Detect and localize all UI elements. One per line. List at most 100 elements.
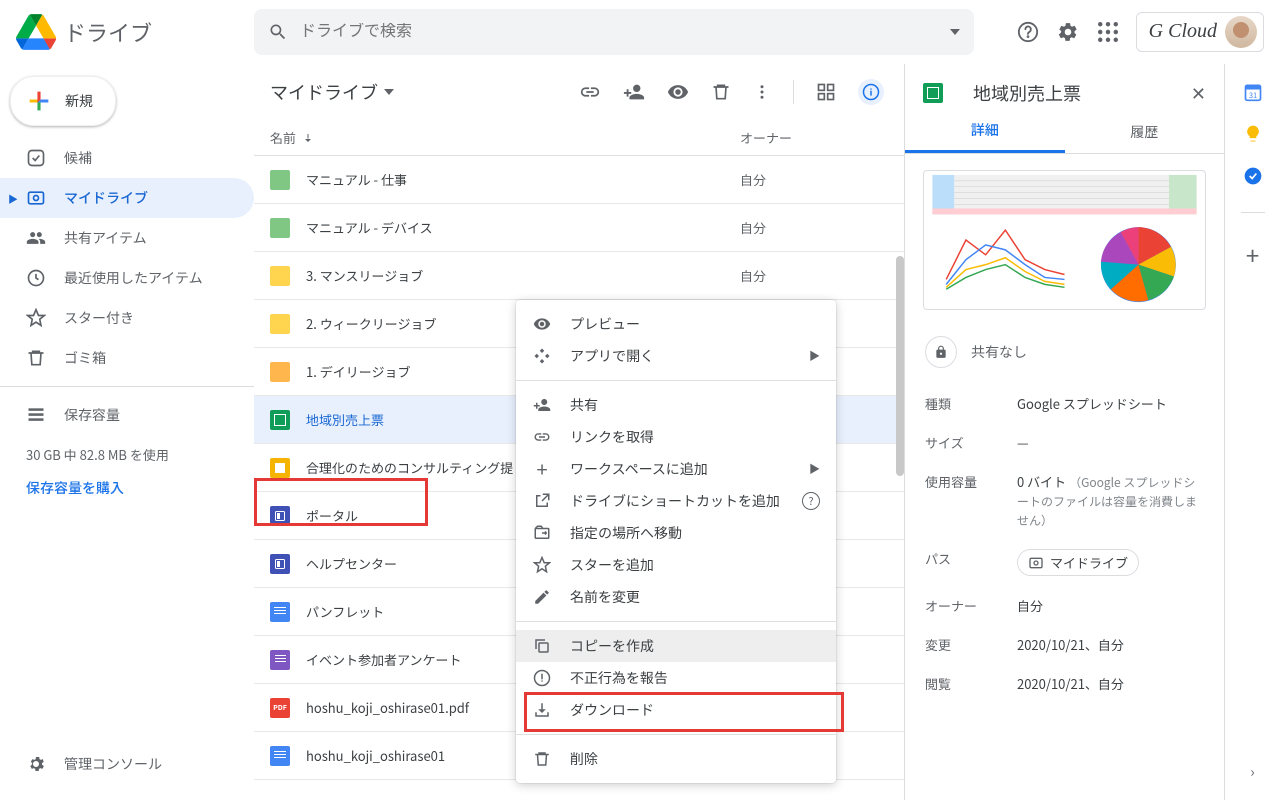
star-icon [26,308,46,328]
storage-usage-text: 30 GB 中 82.8 MB を使用 [0,445,254,464]
report-icon [532,669,552,687]
chevron-right-icon: ▶ [809,461,820,477]
file-name: マニュアル - 仕事 [306,170,740,189]
ctx-trash[interactable]: 削除 [516,743,836,775]
trash-icon [26,348,46,368]
search-dropdown-icon[interactable] [950,29,960,35]
drive-icon [26,188,46,208]
file-actions [579,79,884,105]
drive-small-icon [1028,555,1044,571]
help-icon[interactable] [1016,20,1040,44]
help-icon[interactable]: ? [802,492,820,510]
chevron-down-icon [384,89,394,95]
scrollbar-thumb[interactable] [896,256,904,476]
keep-icon[interactable] [1243,124,1263,144]
get-link-icon[interactable] [579,81,601,103]
sheets-icon [270,410,290,430]
trash-icon [532,750,552,768]
check-icon [26,148,46,168]
plus-icon: + [532,459,552,479]
toolbar: マイドライブ [254,64,904,120]
sidebar-trash[interactable]: ゴミ箱 [0,338,254,378]
people-icon [26,228,46,248]
sharing-status[interactable]: 共有なし [905,326,1224,378]
tasks-icon[interactable] [1243,166,1263,186]
grid-view-icon[interactable] [816,82,836,102]
new-button[interactable]: 新規 [10,76,116,126]
info-icon[interactable] [858,79,884,105]
ctx-apps[interactable]: アプリで開く▶ [516,340,836,372]
column-headers: 名前 オーナー [254,120,904,156]
share-icon[interactable] [623,81,645,103]
sidebar-mydrive[interactable]: ▶マイドライブ [0,178,254,218]
path-chip[interactable]: マイドライブ [1017,549,1139,576]
file-name: 3. マンスリージョブ [306,266,740,285]
gear-icon [26,754,46,774]
breadcrumb[interactable]: マイドライブ [270,79,394,105]
sidebar-priority[interactable]: 候補 [0,138,254,178]
file-row[interactable]: マニュアル - デバイス自分 [254,204,904,252]
ctx-move[interactable]: 指定の場所へ移動 [516,517,836,549]
sidebar-starred[interactable]: スター付き [0,298,254,338]
tab-details[interactable]: 詳細 [905,110,1065,153]
ctx-person-add[interactable]: 共有 [516,389,836,421]
drive-logo-icon [16,12,56,52]
sidebar-recent[interactable]: 最近使用したアイテム [0,258,254,298]
details-tabs: 詳細 履歴 [905,110,1224,154]
ctx-shortcut[interactable]: ドライブにショートカットを追加? [516,485,836,517]
ctx-star[interactable]: スターを追加 [516,549,836,581]
delete-icon[interactable] [711,82,731,102]
form-icon [270,650,290,670]
calendar-icon[interactable]: 31 [1243,82,1263,102]
pdf-icon: PDF [270,698,290,718]
col-owner-header[interactable]: オーナー [740,128,870,147]
chevron-right-icon: ▶ [8,191,18,206]
logo-area[interactable]: ドライブ [16,12,254,52]
app-header: ドライブ G Cloud [0,0,1280,64]
admin-console-link[interactable]: 管理コンソール [0,744,162,784]
search-input[interactable] [300,23,950,41]
more-icon[interactable] [753,83,771,101]
shortcut-icon [532,492,552,510]
ctx-plus[interactable]: +ワークスペースに追加▶ [516,453,836,485]
tab-history[interactable]: 履歴 [1065,110,1225,153]
file-row[interactable]: マニュアル - 仕事自分 [254,156,904,204]
copy-icon [532,637,552,655]
slides-icon [270,458,290,478]
file-preview[interactable] [923,170,1206,310]
avatar[interactable] [1225,16,1257,48]
clock-icon [26,268,46,288]
star-icon [532,556,552,574]
ctx-report[interactable]: 不正行為を報告 [516,662,836,694]
buy-storage-link[interactable]: 保存容量を購入 [0,478,254,498]
sort-down-icon [302,132,314,144]
chevron-right-icon: ▶ [809,348,820,364]
sites-icon [270,506,290,526]
preview-icon[interactable] [667,81,689,103]
col-name-header[interactable]: 名前 [270,128,740,147]
ctx-eye[interactable]: プレビュー [516,308,836,340]
account-switcher[interactable]: G Cloud [1136,12,1264,52]
file-owner: 自分 [740,170,870,189]
link-icon [532,428,552,446]
pencil-icon [532,588,552,606]
product-name: ドライブ [64,16,152,48]
add-addon-icon[interactable]: + [1246,237,1259,272]
ctx-pencil[interactable]: 名前を変更 [516,581,836,613]
sidebar-storage[interactable]: 保存容量 [0,395,254,435]
close-icon[interactable]: ✕ [1191,80,1206,106]
apps-grid-icon[interactable] [1096,20,1120,44]
person-add-icon [532,396,552,414]
sidebar-shared[interactable]: 共有アイテム [0,218,254,258]
ctx-download[interactable]: ダウンロード [516,694,836,726]
folder-yellow-icon [270,266,290,286]
chevron-right-icon[interactable]: › [1250,762,1254,782]
details-panel: 地域別売上票 ✕ 詳細 履歴 [904,64,1224,800]
search-bar[interactable] [254,9,974,55]
settings-icon[interactable] [1056,20,1080,44]
lock-icon [925,336,957,368]
ctx-link[interactable]: リンクを取得 [516,421,836,453]
ctx-copy[interactable]: コピーを作成 [516,630,836,662]
file-row[interactable]: 3. マンスリージョブ自分 [254,252,904,300]
header-actions: G Cloud [1016,12,1264,52]
